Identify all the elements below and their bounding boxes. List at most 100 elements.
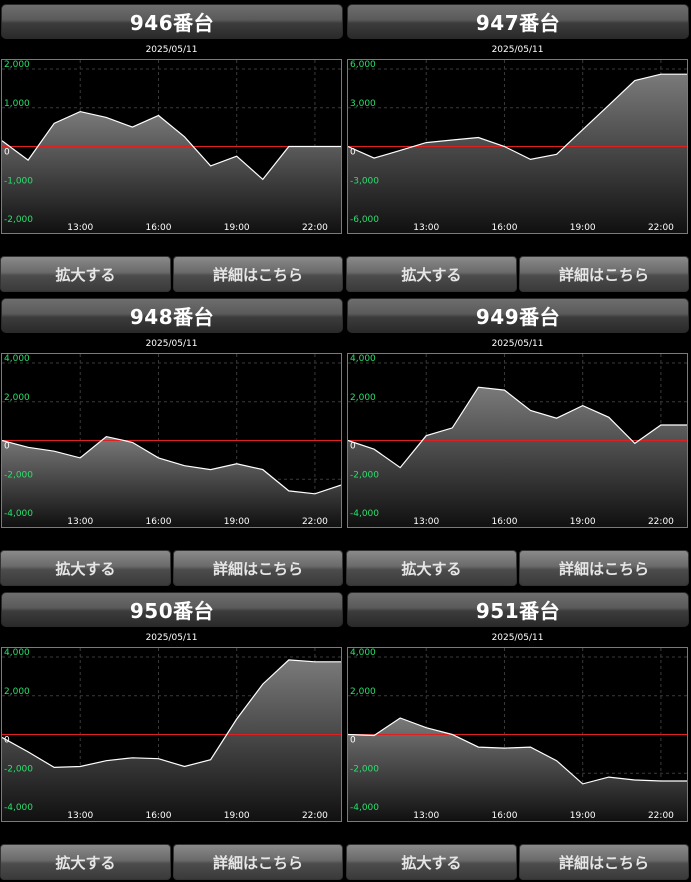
y-tick-label: 2,000 bbox=[4, 687, 30, 697]
x-tick-label: 16:00 bbox=[145, 811, 171, 821]
machine-panel: 946番台 2025/05/11 2,000 1,000 0 -1,000 -2,000 13… bbox=[0, 0, 343, 294]
x-tick-label: 13:00 bbox=[67, 223, 93, 233]
y-tick-label: -2,000 bbox=[350, 470, 379, 480]
machine-panel: 951番台 2025/05/11 4,000 2,000 0 -2,000 -4,000 13… bbox=[346, 588, 689, 882]
series-area bbox=[348, 387, 687, 527]
machine-title: 951番台 bbox=[475, 599, 561, 623]
y-tick-label: 4,000 bbox=[4, 648, 30, 658]
details-button[interactable]: 詳細はこちら bbox=[519, 550, 689, 586]
chart-plot-area: 4,000 2,000 0 -2,000 -4,000 13:00 16:00 19:00 22… bbox=[1, 353, 342, 528]
y-tick-label: -4,000 bbox=[4, 509, 33, 519]
expand-button[interactable]: 拡大する bbox=[0, 550, 171, 586]
machine-panel: 949番台 2025/05/11 4,000 2,000 0 -2,000 -4,000 13… bbox=[346, 294, 689, 588]
y-tick-label: 1,000 bbox=[4, 99, 30, 109]
x-tick-label: 13:00 bbox=[67, 811, 93, 821]
chart-plot-area: 2,000 1,000 0 -1,000 -2,000 13:00 16:00 19:00 22… bbox=[1, 59, 342, 234]
details-button[interactable]: 詳細はこちら bbox=[173, 256, 343, 292]
chart-svg: 4,000 2,000 0 -2,000 -4,000 13:00 16:00 19:00 22… bbox=[2, 354, 341, 527]
x-tick-label: 13:00 bbox=[67, 517, 93, 527]
x-tick-label: 16:00 bbox=[491, 517, 517, 527]
x-tick-label: 13:00 bbox=[413, 223, 439, 233]
y-tick-label: -4,000 bbox=[350, 509, 379, 519]
y-tick-label: 0 bbox=[350, 736, 356, 746]
series-area bbox=[348, 718, 687, 821]
x-tick-label: 16:00 bbox=[491, 811, 517, 821]
chart-svg: 2,000 1,000 0 -1,000 -2,000 13:00 16:00 19:00 22… bbox=[2, 60, 341, 233]
details-button[interactable]: 詳細はこちら bbox=[519, 844, 689, 880]
y-tick-label: 3,000 bbox=[350, 99, 376, 109]
expand-button[interactable]: 拡大する bbox=[346, 256, 517, 292]
machine-panel: 947番台 2025/05/11 6,000 3,000 0 -3,000 -6,000 13… bbox=[346, 0, 689, 294]
y-tick-label: 2,000 bbox=[4, 393, 30, 403]
x-tick-label: 13:00 bbox=[413, 517, 439, 527]
x-tick-label: 13:00 bbox=[413, 811, 439, 821]
chart-date: 2025/05/11 bbox=[491, 633, 544, 643]
y-tick-label: 6,000 bbox=[350, 60, 376, 70]
y-tick-label: -2,000 bbox=[4, 215, 33, 225]
x-tick-label: 22:00 bbox=[302, 811, 328, 821]
machine-title: 946番台 bbox=[129, 11, 215, 35]
y-tick-label: -2,000 bbox=[350, 764, 379, 774]
machine-title-bar: 951番台 bbox=[347, 592, 689, 627]
y-tick-label: 2,000 bbox=[350, 687, 376, 697]
y-tick-label: -4,000 bbox=[4, 803, 33, 813]
expand-button[interactable]: 拡大する bbox=[346, 844, 517, 880]
y-tick-label: -2,000 bbox=[4, 470, 33, 480]
machine-title: 947番台 bbox=[475, 11, 561, 35]
series-area bbox=[2, 659, 341, 821]
x-tick-label: 22:00 bbox=[648, 517, 674, 527]
chart-svg: 4,000 2,000 0 -2,000 -4,000 13:00 16:00 19:00 22… bbox=[2, 648, 341, 821]
y-tick-label: 4,000 bbox=[350, 648, 376, 658]
details-button[interactable]: 詳細はこちら bbox=[173, 844, 343, 880]
machine-title: 949番台 bbox=[475, 305, 561, 329]
expand-button[interactable]: 拡大する bbox=[346, 550, 517, 586]
machine-title-bar: 947番台 bbox=[347, 4, 689, 39]
y-tick-label: 2,000 bbox=[4, 60, 30, 70]
y-tick-label: 0 bbox=[4, 148, 10, 158]
chart-date: 2025/05/11 bbox=[145, 45, 198, 55]
y-tick-label: -6,000 bbox=[350, 215, 379, 225]
machine-title: 950番台 bbox=[129, 599, 215, 623]
y-tick-label: 0 bbox=[4, 736, 10, 746]
y-tick-label: 0 bbox=[350, 442, 356, 452]
x-tick-label: 16:00 bbox=[491, 223, 517, 233]
chart-plot-area: 4,000 2,000 0 -2,000 -4,000 13:00 16:00 19:00 22… bbox=[1, 647, 342, 822]
x-tick-label: 19:00 bbox=[224, 223, 250, 233]
x-tick-label: 19:00 bbox=[570, 811, 596, 821]
chart-date: 2025/05/11 bbox=[491, 45, 544, 55]
details-button[interactable]: 詳細はこちら bbox=[173, 550, 343, 586]
chart-plot-area: 4,000 2,000 0 -2,000 -4,000 13:00 16:00 19:00 22… bbox=[347, 647, 688, 822]
series-area bbox=[2, 111, 341, 233]
expand-button[interactable]: 拡大する bbox=[0, 844, 171, 880]
chart-plot-area: 4,000 2,000 0 -2,000 -4,000 13:00 16:00 19:00 22… bbox=[347, 353, 688, 528]
chart-plot-area: 6,000 3,000 0 -3,000 -6,000 13:00 16:00 19:00 22… bbox=[347, 59, 688, 234]
x-tick-label: 22:00 bbox=[648, 223, 674, 233]
chart-date: 2025/05/11 bbox=[145, 339, 198, 349]
machine-panel: 948番台 2025/05/11 4,000 2,000 0 -2,000 -4,000 13… bbox=[0, 294, 343, 588]
x-tick-label: 19:00 bbox=[224, 811, 250, 821]
machine-panel: 950番台 2025/05/11 4,000 2,000 0 -2,000 -4,000 13… bbox=[0, 588, 343, 882]
y-tick-label: 4,000 bbox=[350, 354, 376, 364]
x-tick-label: 16:00 bbox=[145, 517, 171, 527]
y-tick-label: -2,000 bbox=[4, 764, 33, 774]
y-tick-label: 0 bbox=[4, 442, 10, 452]
x-tick-label: 22:00 bbox=[648, 811, 674, 821]
machine-title-bar: 950番台 bbox=[1, 592, 343, 627]
y-tick-label: 4,000 bbox=[4, 354, 30, 364]
chart-svg: 6,000 3,000 0 -3,000 -6,000 13:00 16:00 19:00 22… bbox=[348, 60, 687, 233]
machine-title-bar: 948番台 bbox=[1, 298, 343, 333]
x-tick-label: 16:00 bbox=[145, 223, 171, 233]
x-tick-label: 19:00 bbox=[570, 223, 596, 233]
x-tick-label: 22:00 bbox=[302, 223, 328, 233]
machine-title: 948番台 bbox=[129, 305, 215, 329]
chart-date: 2025/05/11 bbox=[491, 339, 544, 349]
y-tick-label: -3,000 bbox=[350, 176, 379, 186]
y-tick-label: -1,000 bbox=[4, 176, 33, 186]
details-button[interactable]: 詳細はこちら bbox=[519, 256, 689, 292]
series-area bbox=[2, 436, 341, 527]
y-tick-label: -4,000 bbox=[350, 803, 379, 813]
expand-button[interactable]: 拡大する bbox=[0, 256, 171, 292]
x-tick-label: 22:00 bbox=[302, 517, 328, 527]
chart-date: 2025/05/11 bbox=[145, 633, 198, 643]
chart-svg: 4,000 2,000 0 -2,000 -4,000 13:00 16:00 19:00 22… bbox=[348, 648, 687, 821]
